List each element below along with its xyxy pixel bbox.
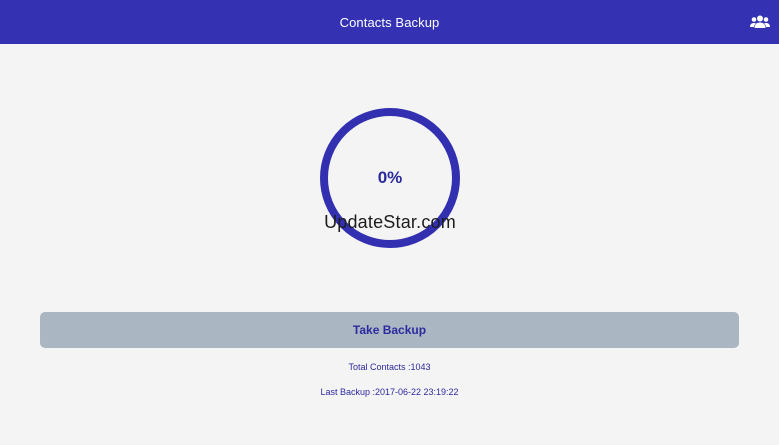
app-screen: Contacts Backup 0% UpdateStar.com Take B… [0, 0, 779, 445]
app-bar: Contacts Backup [0, 0, 779, 44]
watermark-text: UpdateStar.com [324, 212, 456, 232]
contacts-group-icon [750, 15, 770, 28]
take-backup-button[interactable]: Take Backup [40, 312, 739, 348]
progress-percent: 0% [377, 168, 403, 187]
total-contacts-text: Total Contacts :1043 [348, 362, 431, 372]
page-title: Contacts Backup [339, 14, 440, 30]
take-backup-label: Take Backup [352, 323, 427, 337]
contacts-button[interactable] [749, 11, 771, 33]
last-backup-text: Last Backup :2017-06-22 23:19:22 [320, 387, 459, 397]
